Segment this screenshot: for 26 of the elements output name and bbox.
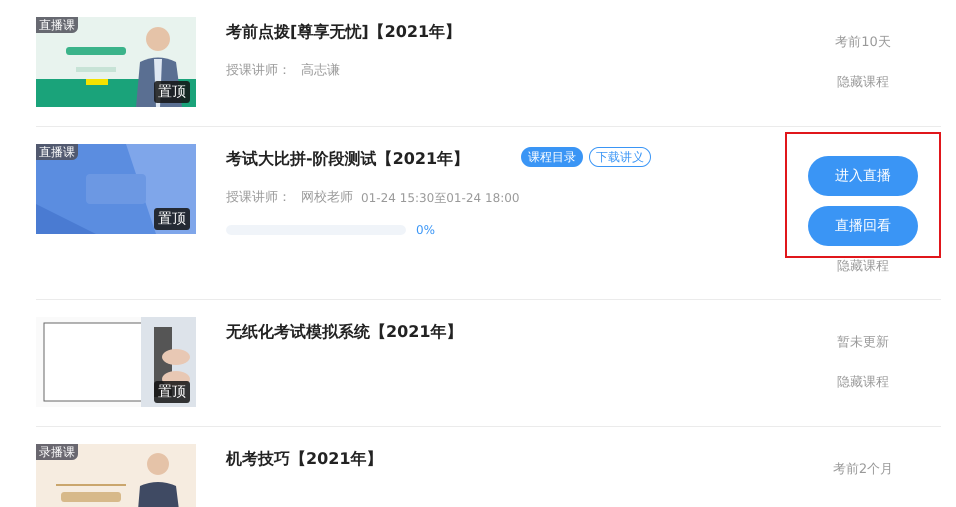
status-text: 考前10天 (835, 34, 891, 52)
hide-course-link[interactable]: 隐藏课程 (837, 74, 889, 92)
progress-percent: 0% (416, 222, 436, 239)
teacher-label: 授课讲师： (226, 189, 291, 207)
teacher-name: 高志谦 (301, 62, 340, 80)
course-title: 考前点拨[尊享无忧]【2021年】 (226, 21, 462, 43)
course-type-label: 录播课 (36, 444, 78, 460)
live-button[interactable]: 进入直播 (808, 156, 918, 196)
teacher-name: 网校老师 (301, 189, 353, 207)
tag-link[interactable]: 课程目录 (521, 147, 584, 167)
pin-label: 置顶 (154, 381, 190, 403)
course-type-label: 直播课 (36, 17, 78, 33)
hide-course-link[interactable]: 隐藏课程 (837, 258, 889, 276)
course-title: 无纸化考试模拟系统【2021年】 (226, 321, 463, 343)
schedule-text: 01-24 15:30至01-24 18:00 (361, 190, 520, 207)
status-text: 暂未更新 (837, 334, 889, 352)
course-title: 机考技巧【2021年】 (226, 448, 383, 470)
live-button[interactable]: 直播回看 (808, 206, 918, 246)
teacher-label: 授课讲师： (226, 62, 291, 80)
hide-course-link[interactable]: 隐藏课程 (837, 374, 889, 392)
course-type-label: 直播课 (36, 144, 78, 160)
tag-link[interactable]: 下载讲义 (589, 147, 652, 167)
pin-label: 置顶 (154, 208, 190, 230)
status-text: 考前2个月 (832, 461, 894, 479)
pin-label: 置顶 (154, 81, 190, 103)
course-title: 考试大比拼-阶段测试【2021年】 (226, 148, 470, 170)
